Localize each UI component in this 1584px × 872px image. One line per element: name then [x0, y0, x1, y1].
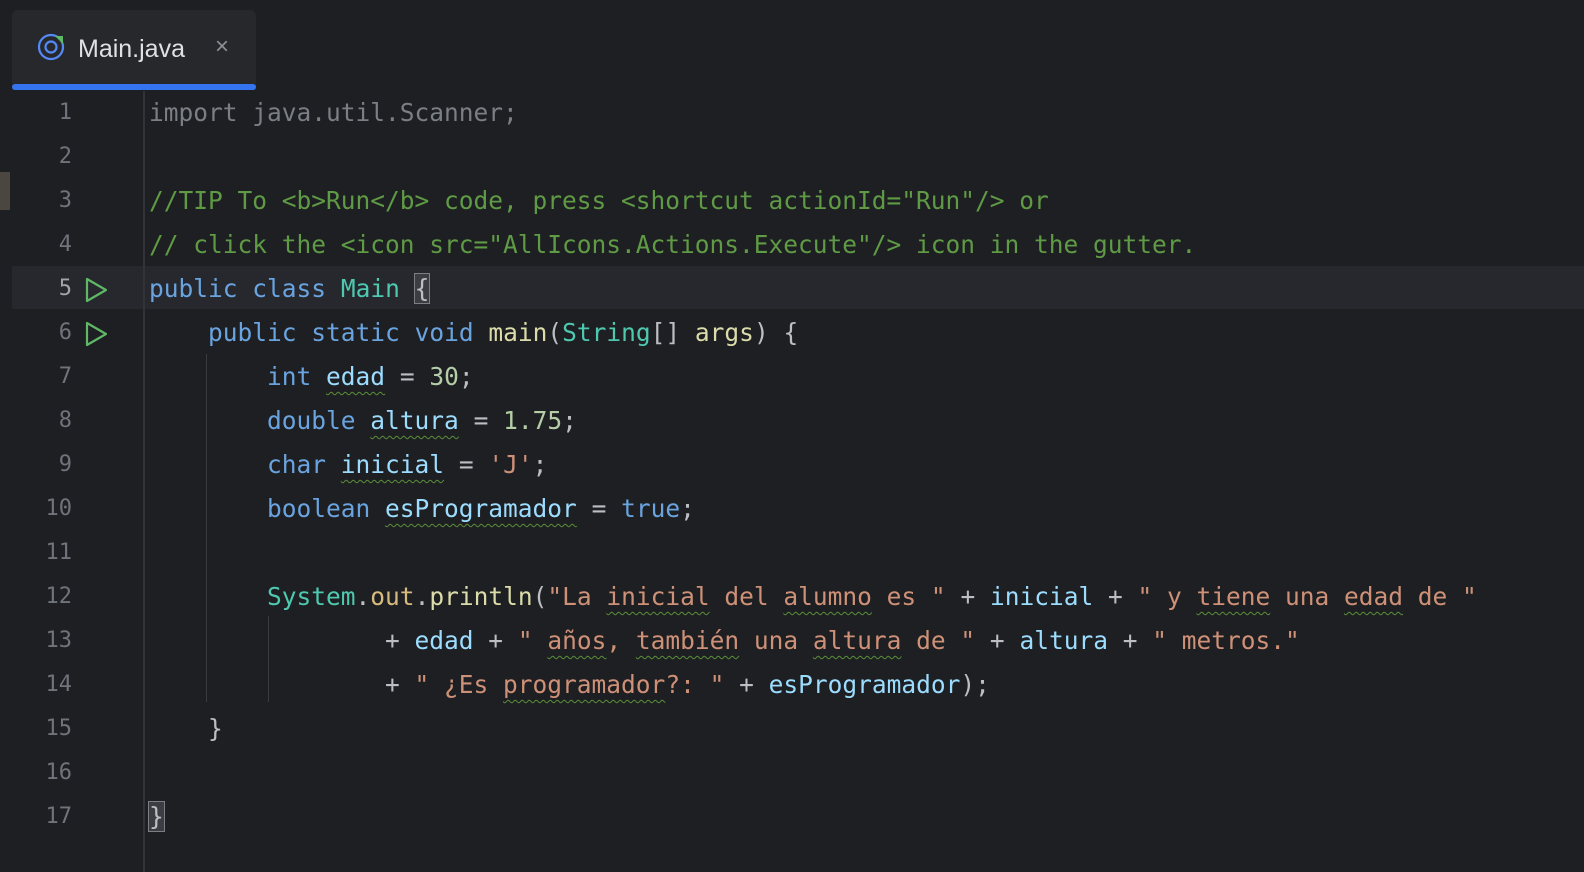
line-number: 6 — [58, 320, 72, 345]
line-code[interactable]: boolean esProgramador = true; — [149, 487, 695, 531]
close-icon[interactable]: × — [208, 32, 236, 62]
line-number: 16 — [45, 760, 73, 785]
line-number: 2 — [58, 144, 72, 169]
run-icon[interactable] — [82, 276, 110, 304]
line-code[interactable]: // click the <icon src="AllIcons.Actions… — [149, 223, 1196, 267]
code-line: 9 char inicial = 'J'; — [12, 443, 1584, 487]
line-number: 15 — [45, 716, 73, 741]
line-code[interactable]: } — [149, 707, 223, 751]
code-line: 8 double altura = 1.75; — [12, 399, 1584, 443]
line-code[interactable]: + " ¿Es programador?: " + esProgramador)… — [149, 663, 990, 707]
line-number: 11 — [45, 540, 73, 565]
code-line: 10 boolean esProgramador = true; — [12, 487, 1584, 531]
line-number: 17 — [45, 804, 73, 829]
line-number: 1 — [58, 100, 72, 125]
active-tab-underline — [12, 84, 256, 90]
editor-tab-bar: Main.java × — [12, 0, 1584, 90]
line-code[interactable]: //TIP To <b>Run</b> code, press <shortcu… — [149, 179, 1049, 223]
line-code[interactable]: } — [148, 795, 165, 839]
code-line: 16 — [12, 751, 1584, 795]
line-code[interactable]: int edad = 30; — [149, 355, 474, 399]
line-number: 12 — [45, 584, 73, 609]
code-line: 11 — [12, 531, 1584, 575]
line-number: 7 — [58, 364, 72, 389]
left-edge-strip — [0, 0, 12, 872]
line-code[interactable]: public static void main(String[] args) { — [149, 311, 798, 355]
java-class-icon — [37, 33, 65, 61]
code-editor[interactable]: 1 import java.util.Scanner; 2 3 //TIP To… — [12, 91, 1584, 872]
line-code[interactable]: double altura = 1.75; — [149, 399, 577, 443]
line-number: 10 — [45, 496, 73, 521]
line-number: 9 — [58, 452, 72, 477]
code-line: 1 import java.util.Scanner; — [12, 91, 1584, 135]
code-line: 13 + edad + " años, también una altura d… — [12, 619, 1584, 663]
line-code[interactable]: + edad + " años, también una altura de "… — [149, 619, 1300, 663]
code-line: 2 — [12, 135, 1584, 179]
run-icon[interactable] — [82, 320, 110, 348]
tab-title: Main.java — [78, 35, 185, 63]
line-code[interactable]: public class Main { — [149, 267, 431, 311]
line-number: 5 — [58, 276, 72, 301]
code-line: 15 } — [12, 707, 1584, 751]
line-number: 8 — [58, 408, 72, 433]
line-code[interactable]: System.out.println("La inicial del alumn… — [149, 575, 1477, 619]
code-line: 3 //TIP To <b>Run</b> code, press <short… — [12, 179, 1584, 223]
code-line: 14 + " ¿Es programador?: " + esProgramad… — [12, 663, 1584, 707]
code-line: 7 int edad = 30; — [12, 355, 1584, 399]
line-number: 13 — [45, 628, 73, 653]
line-number: 3 — [58, 188, 72, 213]
tab-main-java[interactable]: Main.java × — [12, 10, 256, 90]
code-line: 17 } — [12, 795, 1584, 839]
code-line: 5 public class Main { — [12, 267, 1584, 311]
line-number: 4 — [58, 232, 72, 257]
line-code[interactable]: char inicial = 'J'; — [149, 443, 547, 487]
line-number: 14 — [45, 672, 73, 697]
code-line: 12 System.out.println("La inicial del al… — [12, 575, 1584, 619]
code-line: 6 public static void main(String[] args)… — [12, 311, 1584, 355]
code-line: 4 // click the <icon src="AllIcons.Actio… — [12, 223, 1584, 267]
scroll-marker — [0, 172, 10, 210]
line-code[interactable]: import java.util.Scanner; — [149, 91, 518, 135]
